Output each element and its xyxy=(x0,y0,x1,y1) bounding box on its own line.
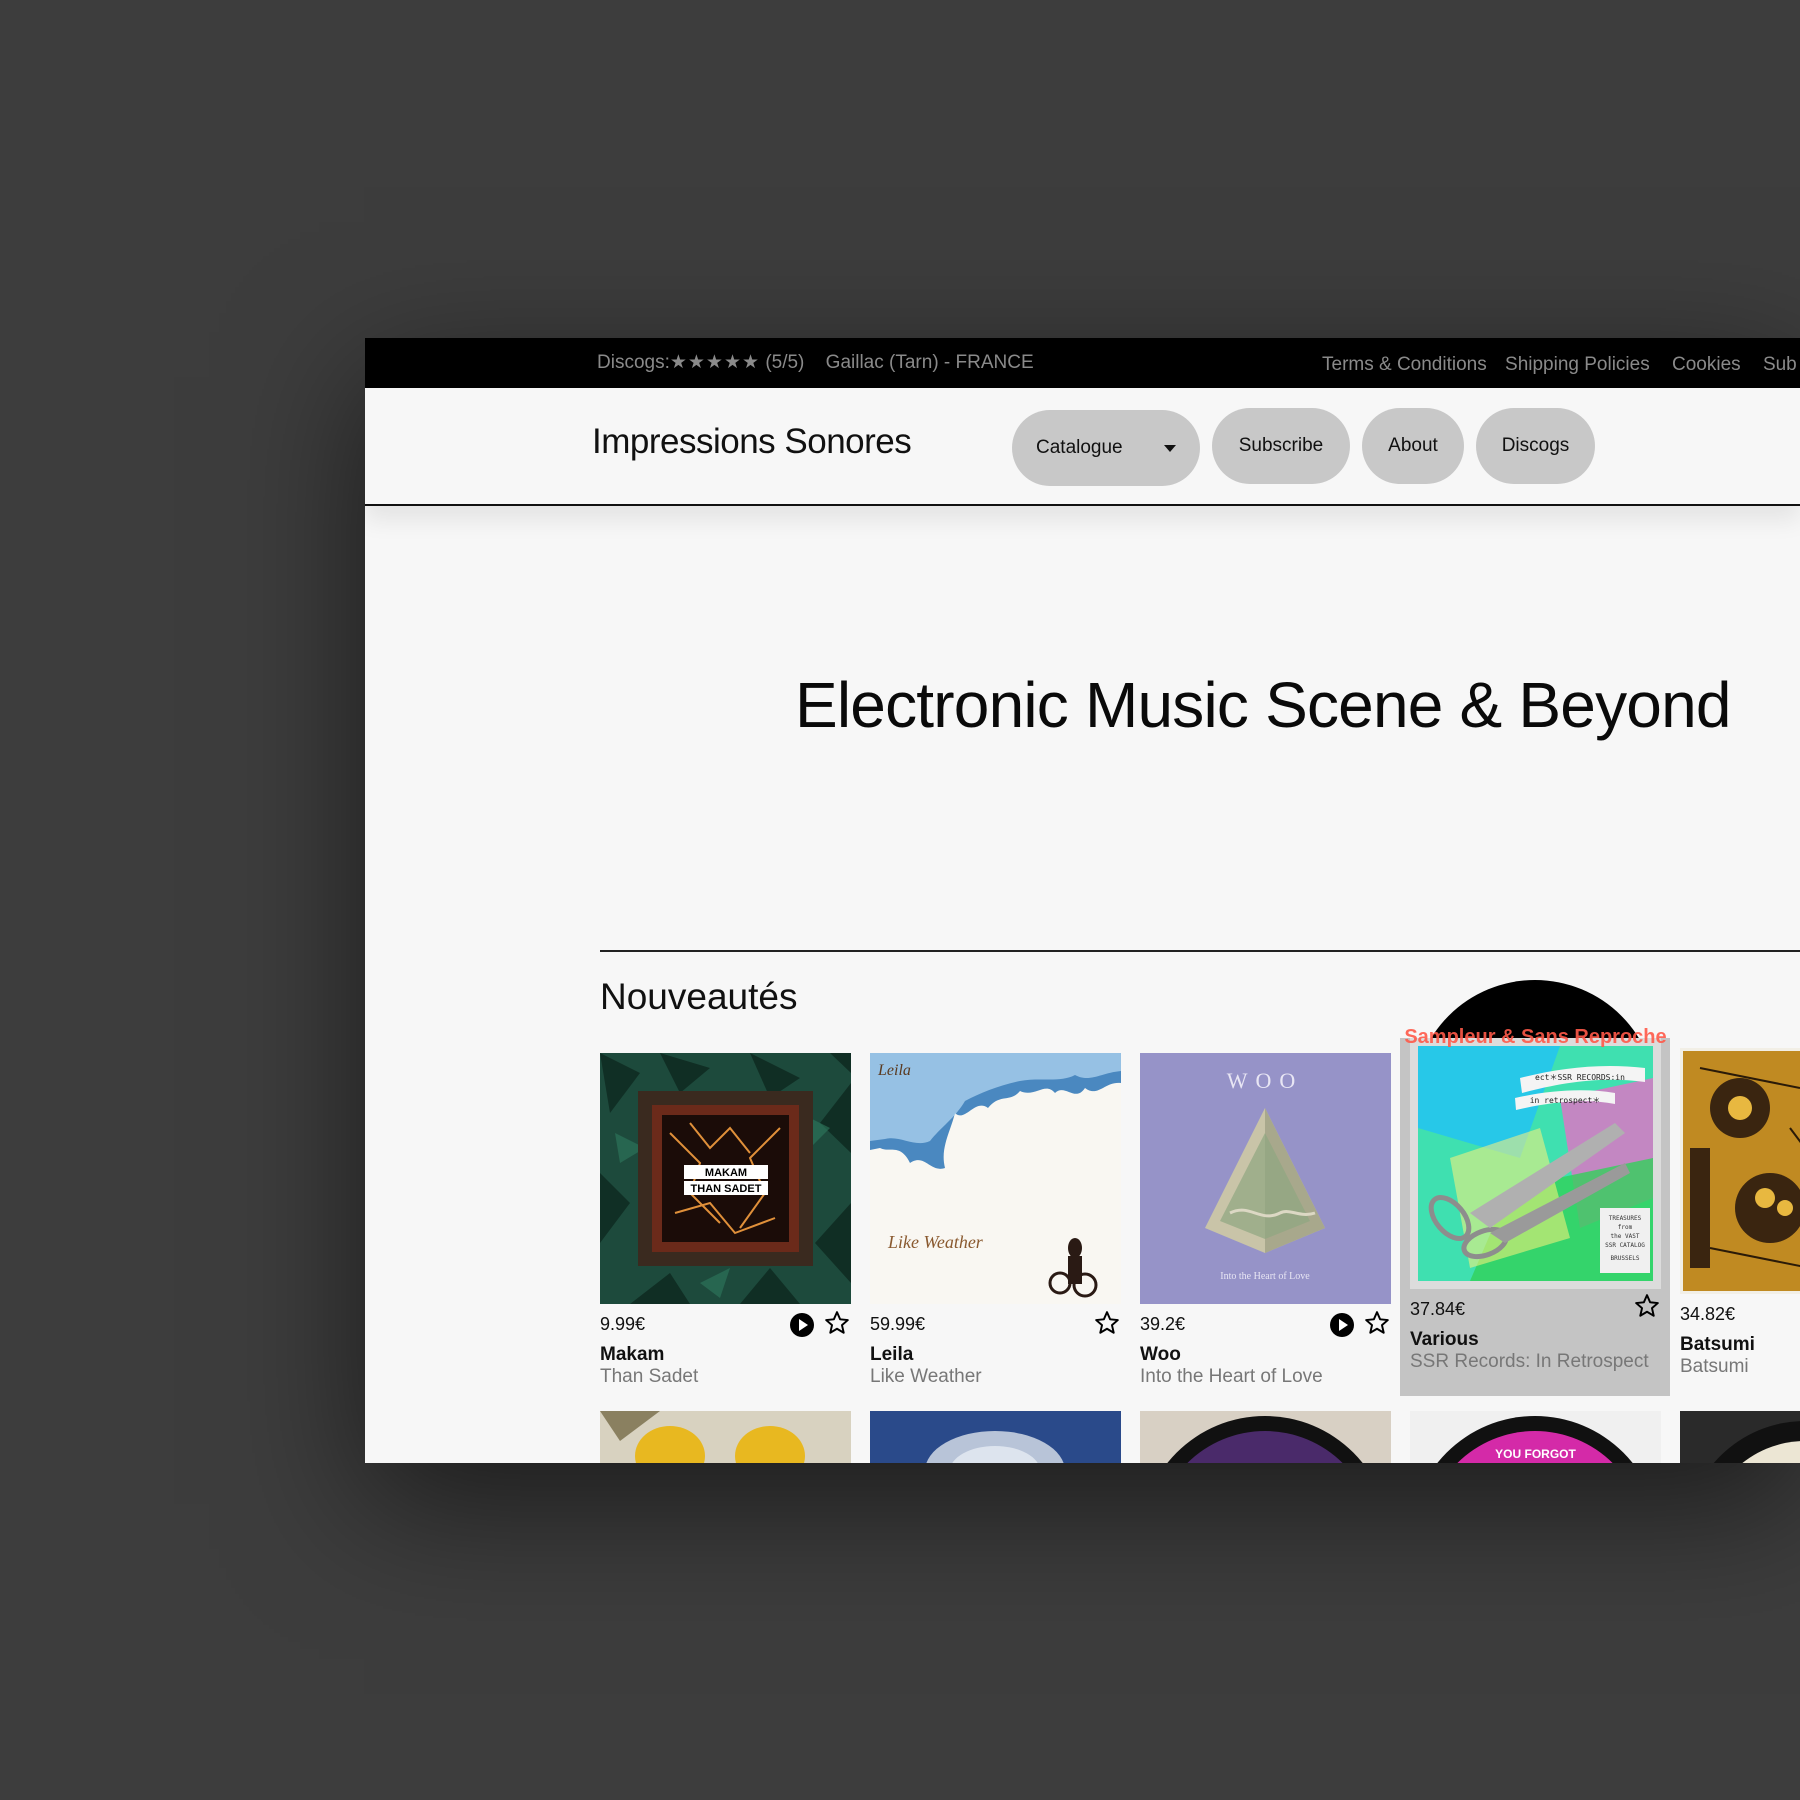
discogs-rating-link[interactable]: Discogs:★★★★★ (5/5) xyxy=(597,351,818,373)
product-card-leila[interactable]: Leila Like Weather 59.99€ Leila Like Wea… xyxy=(870,1053,1121,1394)
product-title[interactable]: Makam xyxy=(600,1344,664,1366)
product-meta: 37.84€ Various SSR Records: In Retrospec… xyxy=(1410,1289,1661,1399)
site-header: Impressions Sonores Catalogue Subscribe … xyxy=(365,388,1800,506)
product-title[interactable]: Batsumi xyxy=(1680,1334,1755,1356)
product-price: 59.99€ xyxy=(870,1314,926,1334)
play-icon[interactable] xyxy=(1330,1313,1354,1337)
product-price: 39.2€ xyxy=(1140,1314,1186,1334)
album-cover-row2-2[interactable] xyxy=(870,1411,1121,1463)
subscribe-button[interactable]: Subscribe xyxy=(1212,408,1350,484)
product-meta: 39.2€ Woo Into the Heart of Love xyxy=(1140,1304,1391,1394)
star-icon[interactable] xyxy=(1364,1310,1390,1336)
cookies-link[interactable]: Cookies xyxy=(1672,354,1741,375)
album-cover-row2-4[interactable]: YOU FORGOT xyxy=(1410,1411,1661,1463)
product-card-woo[interactable]: WOO Into the Heart of Love 39.2€ Woo Int… xyxy=(1140,1053,1391,1394)
star-icon[interactable] xyxy=(1634,1293,1660,1319)
album-cover-batsumi[interactable] xyxy=(1680,1048,1800,1294)
svg-text:THAN SADET: THAN SADET xyxy=(691,1183,762,1195)
play-icon[interactable] xyxy=(790,1313,814,1337)
catalogue-label: Catalogue xyxy=(1036,437,1123,458)
album-cover-woo[interactable]: WOO Into the Heart of Love xyxy=(1140,1053,1391,1304)
svg-text:Leila: Leila xyxy=(877,1062,911,1079)
top-links: Terms & Conditions Shipping Policies Coo… xyxy=(1322,354,1800,376)
product-card-various[interactable]: TREASURES from the VAST SSR CATALOG BRUS… xyxy=(1400,980,1670,1399)
about-button[interactable]: About xyxy=(1362,408,1464,484)
svg-text:ect＊SSR RECORDS:in: ect＊SSR RECORDS:in xyxy=(1535,1073,1625,1082)
subscribe-top-link[interactable]: Sub xyxy=(1763,354,1797,375)
cover-overlay-text: Sampleur & Sans Reproche xyxy=(1404,1026,1667,1048)
album-cover-various[interactable]: TREASURES from the VAST SSR CATALOG BRUS… xyxy=(1404,1026,1667,1289)
svg-text:Like Weather: Like Weather xyxy=(887,1232,984,1252)
product-title[interactable]: Various xyxy=(1410,1329,1479,1351)
svg-text:the VAST: the VAST xyxy=(1611,1233,1640,1240)
svg-text:SSR CATALOG: SSR CATALOG xyxy=(1605,1242,1645,1249)
product-subtitle: Into the Heart of Love xyxy=(1140,1366,1323,1387)
product-subtitle: Than Sadet xyxy=(600,1366,699,1387)
album-cover-row2-1[interactable] xyxy=(600,1411,851,1463)
site-logo[interactable]: Impressions Sonores xyxy=(592,422,912,462)
product-title[interactable]: Leila xyxy=(870,1344,913,1366)
terms-link[interactable]: Terms & Conditions xyxy=(1322,354,1487,375)
browser-window: Discogs:★★★★★ (5/5) Gaillac (Tarn) - FRA… xyxy=(365,338,1800,1463)
discogs-label: Discogs: xyxy=(597,352,670,373)
section-divider xyxy=(600,950,1800,952)
product-title[interactable]: Woo xyxy=(1140,1344,1181,1366)
top-info-left: Discogs:★★★★★ (5/5) Gaillac (Tarn) - FRA… xyxy=(597,351,1042,374)
product-subtitle: SSR Records: In Retrospect xyxy=(1410,1351,1649,1372)
discogs-button[interactable]: Discogs xyxy=(1476,408,1595,484)
svg-text:MAKAM: MAKAM xyxy=(705,1167,747,1179)
product-price: 9.99€ xyxy=(600,1314,646,1334)
svg-text:BRUSSELS: BRUSSELS xyxy=(1611,1255,1640,1262)
top-info-bar: Discogs:★★★★★ (5/5) Gaillac (Tarn) - FRA… xyxy=(365,338,1800,388)
shipping-link[interactable]: Shipping Policies xyxy=(1505,354,1650,375)
product-meta: 59.99€ Leila Like Weather xyxy=(870,1304,1121,1394)
svg-text:WOO: WOO xyxy=(1227,1068,1304,1093)
album-cover-row2-5[interactable] xyxy=(1680,1411,1800,1463)
row2-label: YOU FORGOT xyxy=(1495,1447,1576,1461)
svg-text:Into the Heart of Love: Into the Heart of Love xyxy=(1220,1271,1310,1282)
product-price: 37.84€ xyxy=(1410,1299,1466,1319)
rating-text: (5/5) xyxy=(765,352,805,373)
product-card-makam[interactable]: MAKAM THAN SADET 9.99€ Makam Than Sadet xyxy=(600,1053,851,1394)
section-title: Nouveautés xyxy=(600,976,798,1017)
product-subtitle: Batsumi xyxy=(1680,1356,1749,1377)
product-card-batsumi[interactable]: 34.82€ Batsumi Batsumi xyxy=(1680,1048,1800,1384)
catalogue-dropdown[interactable]: Catalogue xyxy=(1012,410,1200,486)
product-meta: 34.82€ Batsumi Batsumi xyxy=(1680,1294,1800,1384)
location-text: Gaillac (Tarn) - FRANCE xyxy=(825,352,1034,373)
star-icon[interactable] xyxy=(824,1310,850,1336)
rating-stars-icon: ★★★★★ xyxy=(669,351,761,373)
album-cover-leila[interactable]: Leila Like Weather xyxy=(870,1053,1121,1304)
album-cover-row2-3[interactable] xyxy=(1140,1411,1391,1463)
svg-text:in retrospect＊: in retrospect＊ xyxy=(1530,1096,1601,1105)
product-subtitle: Like Weather xyxy=(870,1366,982,1387)
svg-text:from: from xyxy=(1618,1224,1633,1231)
chevron-down-icon xyxy=(1164,445,1176,452)
svg-text:TREASURES: TREASURES xyxy=(1609,1215,1642,1222)
hero-title: Electronic Music Scene & Beyond xyxy=(795,669,1731,741)
album-cover-makam[interactable]: MAKAM THAN SADET xyxy=(600,1053,851,1304)
star-icon[interactable] xyxy=(1094,1310,1120,1336)
product-meta: 9.99€ Makam Than Sadet xyxy=(600,1304,851,1394)
product-price: 34.82€ xyxy=(1680,1304,1736,1324)
